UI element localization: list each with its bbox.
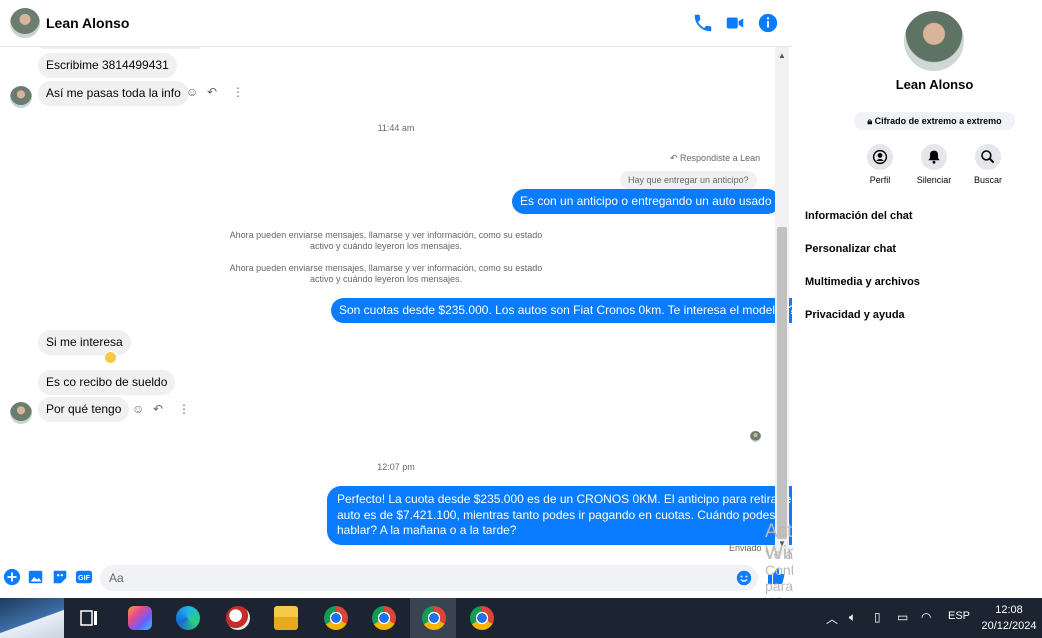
message-bubble-outgoing[interactable]: Es con un anticipo o entregando un auto … (512, 189, 780, 214)
message-line: auto es de $7.421.100, mientras tanto po… (337, 507, 776, 522)
more-icon[interactable]: ⋮ (178, 402, 190, 416)
encryption-label: Cifrado de extremo a extremo (874, 116, 1002, 126)
device-icon[interactable]: ▯ (874, 610, 881, 624)
message-list[interactable]: Escribime 3814499431 Así me pasas toda l… (0, 47, 792, 560)
paint-icon[interactable] (214, 598, 260, 638)
info-icon[interactable] (757, 12, 779, 34)
volume-muted-icon[interactable]: 🔈︎ (849, 610, 856, 625)
contact-info-panel: Lean Alonso 🔒︎ Cifrado de extremo a extr… (793, 0, 1042, 598)
system-notice-line: activo y cuándo leyeron los mensajes. (309, 241, 463, 251)
react-icon[interactable]: ☺ (132, 402, 144, 416)
contact-small-avatar (10, 402, 32, 424)
sticker-icon[interactable] (51, 568, 69, 586)
message-line: hablar? A la mañana o a la tarde? (337, 523, 517, 537)
more-icon[interactable]: ⋮ (232, 85, 244, 99)
reply-note: ↶ Respondiste a Lean (670, 153, 761, 163)
chrome-profile-v-icon[interactable] (410, 598, 456, 638)
clock-time: 12:08 (995, 604, 1023, 616)
battery-icon[interactable]: ▭ (897, 610, 908, 624)
chat-column: Lean Alonso Escribime 3814499431 Así me … (0, 0, 851, 610)
wifi-icon[interactable]: ◠ (921, 610, 931, 624)
mute-action[interactable]: Silenciar (906, 144, 962, 185)
timestamp: 12:07 pm (377, 462, 415, 472)
message-bubble-incoming[interactable]: Es co recibo de sueldo (38, 370, 176, 395)
message-bubble-cut (38, 47, 203, 49)
profile-label: Perfil (869, 175, 891, 185)
file-explorer-icon[interactable] (262, 598, 308, 638)
profile-icon[interactable] (867, 144, 893, 170)
contact-name[interactable]: Lean Alonso (46, 15, 130, 31)
system-notice-line: Ahora pueden enviarse mensajes, llamarse… (229, 263, 543, 273)
chat-header: Lean Alonso (0, 0, 792, 47)
message-bubble-outgoing[interactable]: Perfecto! La cuota desde $235.000 es de … (327, 486, 792, 545)
message-line: Perfecto! La cuota desde $235.000 es de … (337, 492, 792, 506)
timestamp: 11:44 am (377, 123, 415, 133)
messenger-app: Lean Alonso Escribime 3814499431 Así me … (0, 0, 1042, 610)
chat-scrollbar[interactable]: ▲ ▼ (775, 47, 789, 555)
emoji-icon[interactable] (736, 570, 752, 586)
menu-customize-chat[interactable]: Personalizar chat (805, 243, 896, 255)
task-view-icon[interactable] (66, 598, 112, 638)
copilot-icon[interactable] (116, 598, 162, 638)
phone-icon[interactable] (692, 12, 714, 34)
system-notice: Ahora pueden enviarse mensajes, llamarse… (220, 263, 552, 285)
search-label: Buscar (973, 175, 1002, 185)
chrome-icon[interactable] (312, 598, 358, 638)
image-icon[interactable] (27, 568, 45, 586)
message-input[interactable] (109, 570, 709, 586)
composer: GIF (0, 560, 792, 598)
profile-avatar (904, 11, 964, 71)
lock-icon: 🔒︎ (867, 116, 873, 126)
language-indicator[interactable]: ESP (948, 610, 970, 622)
menu-media-files[interactable]: Multimedia y archivos (805, 276, 920, 288)
profile-name: Lean Alonso (895, 77, 974, 92)
widgets-weather-icon[interactable] (0, 598, 64, 638)
scroll-thumb[interactable] (777, 227, 787, 539)
encryption-badge: 🔒︎ Cifrado de extremo a extremo (854, 112, 1015, 130)
clock-date: 20/12/2024 (981, 620, 1037, 632)
reaction-emoji-icon[interactable] (104, 351, 117, 364)
svg-text:GIF: GIF (78, 573, 91, 582)
search-icon[interactable] (975, 144, 1001, 170)
sent-status: Enviado (729, 543, 762, 553)
seen-avatar (750, 431, 761, 442)
gif-icon[interactable]: GIF (75, 568, 93, 586)
contact-small-avatar (10, 86, 32, 108)
show-hidden-icons-icon[interactable]: ︿ (826, 610, 838, 627)
taskbar: ︿ 🔈︎ ▯ ▭ ◠ ESP 12:08 20/12/2024 (0, 598, 1042, 638)
scroll-up-icon[interactable]: ▲ (777, 51, 787, 61)
search-action[interactable]: Buscar (960, 144, 1016, 185)
message-input-box[interactable] (100, 565, 758, 591)
message-bubble-incoming[interactable]: Escribime 3814499431 (38, 53, 177, 78)
edge-icon[interactable] (164, 598, 210, 638)
reply-quote[interactable]: Hay que entregar un anticipo? (620, 171, 757, 189)
message-bubble-outgoing[interactable]: Son cuotas desde $235.000. Los autos son… (331, 298, 792, 323)
chrome-profile-t-icon[interactable] (458, 598, 504, 638)
video-call-icon[interactable] (724, 12, 746, 34)
menu-privacy-help[interactable]: Privacidad y ayuda (805, 309, 905, 321)
message-bubble-incoming[interactable]: Así me pasas toda la info (38, 81, 189, 106)
bell-icon[interactable] (921, 144, 947, 170)
reply-icon[interactable]: ↶ (207, 85, 217, 99)
system-notice-line: activo y cuándo leyeron los mensajes. (309, 274, 463, 284)
chrome-profile-icon[interactable] (360, 598, 406, 638)
reply-icon[interactable]: ↶ (153, 402, 163, 416)
message-bubble-incoming[interactable]: Por qué tengo (38, 397, 130, 422)
system-notice-line: Ahora pueden enviarse mensajes, llamarse… (229, 230, 543, 240)
system-notice: Ahora pueden enviarse mensajes, llamarse… (220, 230, 552, 252)
reply-note-text: Respondiste a Lean (680, 153, 761, 163)
system-clock[interactable]: 12:08 20/12/2024 (976, 602, 1042, 634)
mute-label: Silenciar (916, 175, 952, 185)
plus-icon[interactable] (3, 568, 21, 586)
menu-chat-info[interactable]: Información del chat (805, 210, 913, 222)
react-icon[interactable]: ☺ (186, 85, 198, 99)
message-bubble-incoming[interactable]: Si me interesa (38, 330, 131, 355)
contact-avatar[interactable] (10, 8, 40, 38)
profile-action[interactable]: Perfil (852, 144, 908, 185)
